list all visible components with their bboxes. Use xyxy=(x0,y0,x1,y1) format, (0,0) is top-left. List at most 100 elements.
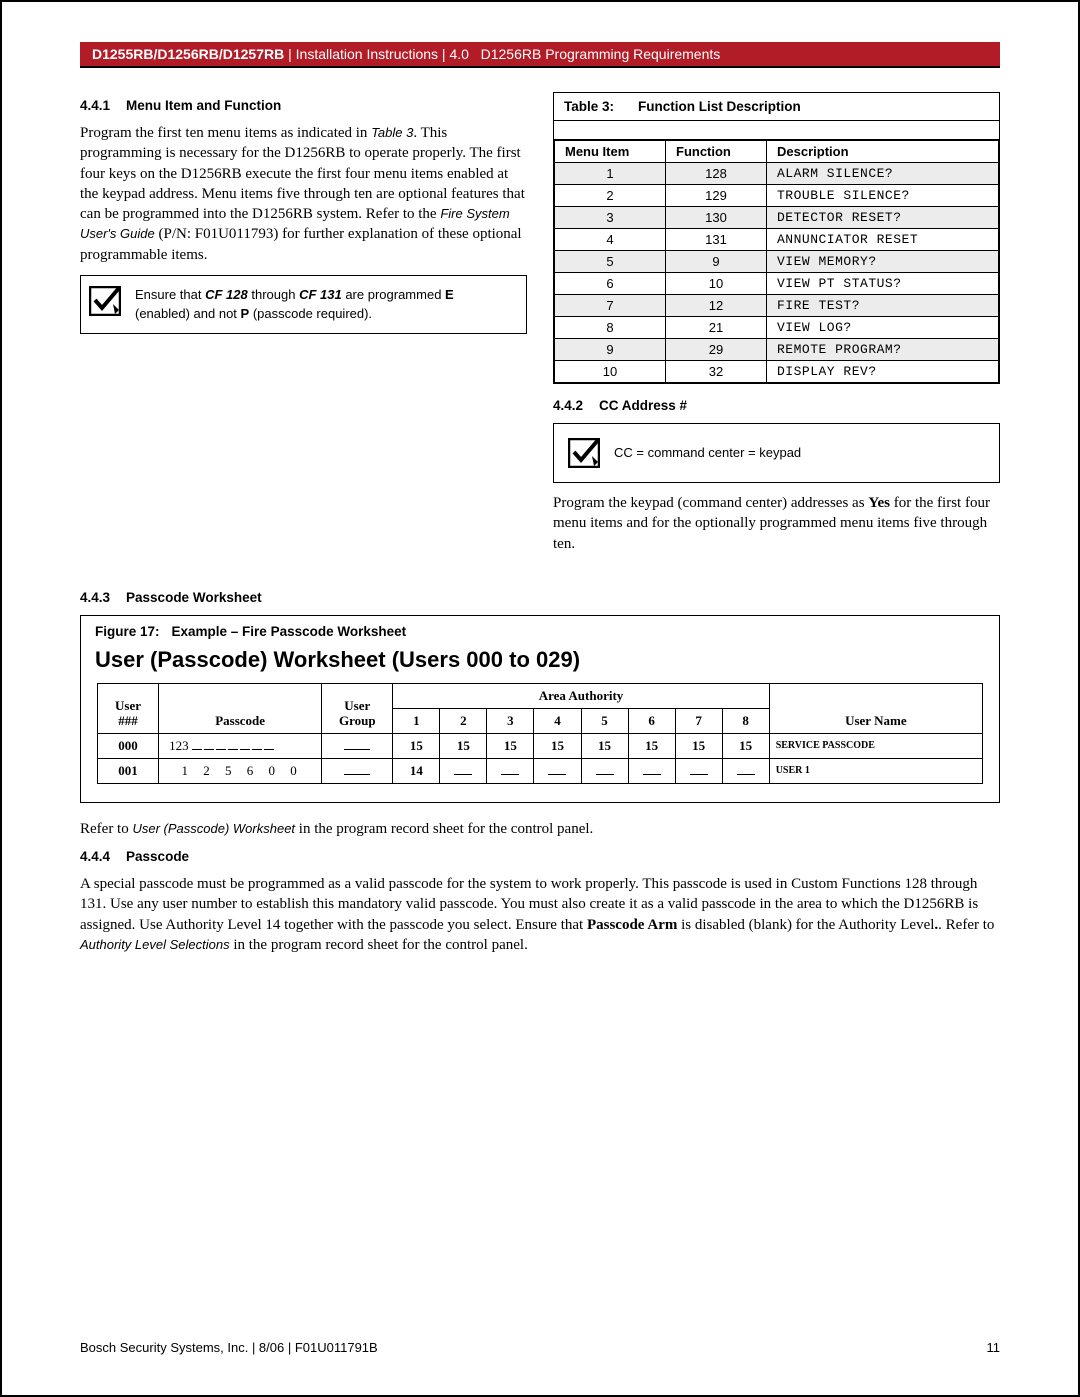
ws-area-col: 8 xyxy=(722,708,769,733)
ws-area-cell: 15 xyxy=(628,733,675,758)
ws-area-cell xyxy=(581,758,628,783)
table3-cell: ALARM SILENCE? xyxy=(767,163,999,185)
table3-cell: 21 xyxy=(666,317,767,339)
t3-h2: Function xyxy=(666,141,767,163)
ws-group-cell xyxy=(322,733,393,758)
table3-row: 3130DETECTOR RESET? xyxy=(555,207,999,229)
ws-username-cell: USER 1 xyxy=(769,758,982,783)
table3-row: 610VIEW PT STATUS? xyxy=(555,273,999,295)
ws-h-user: User ### xyxy=(98,683,159,733)
table3-cell: 29 xyxy=(666,339,767,361)
heading-title: CC Address # xyxy=(599,398,687,413)
heading-title: Passcode xyxy=(126,849,189,864)
figure-17: Figure 17:Example – Fire Passcode Worksh… xyxy=(80,615,1000,803)
ws-area-cell: 15 xyxy=(722,733,769,758)
right-column: Table 3:Function List Description Menu I… xyxy=(553,92,1000,564)
worksheet-table: User ### Passcode User Group Area Author… xyxy=(97,683,983,784)
header-sep1: | xyxy=(284,46,295,62)
ws-area-cell xyxy=(487,758,534,783)
ws-area-cell: 15 xyxy=(534,733,581,758)
table3-cell: VIEW PT STATUS? xyxy=(767,273,999,295)
table3-cell: 4 xyxy=(555,229,666,251)
ws-area-cell: 15 xyxy=(581,733,628,758)
note-text-cc: CC = command center = keypad xyxy=(614,444,801,463)
figure-17-caption: Figure 17:Example – Fire Passcode Worksh… xyxy=(95,624,989,639)
table3-title: Table 3:Function List Description xyxy=(554,93,999,121)
ws-passcode-cell: 1 2 5 6 0 0 xyxy=(159,758,322,783)
heading-num: 4.4.3 xyxy=(80,590,110,605)
table3-cell: 10 xyxy=(555,361,666,383)
ws-row: 000123 1515151515151515SERVICE PASSCODE xyxy=(98,733,983,758)
table3-row: 712FIRE TEST? xyxy=(555,295,999,317)
ws-area-col: 1 xyxy=(393,708,440,733)
footer-page-number: 11 xyxy=(987,1340,1001,1355)
table3-cell: 3 xyxy=(555,207,666,229)
ws-area-col: 6 xyxy=(628,708,675,733)
page: D1255RB/D1256RB/D1257RB | Installation I… xyxy=(0,0,1080,1397)
heading-title: Menu Item and Function xyxy=(126,98,281,113)
table3-container: Table 3:Function List Description Menu I… xyxy=(553,92,1000,384)
table3-row: 821VIEW LOG? xyxy=(555,317,999,339)
table3-row: 1032DISPLAY REV? xyxy=(555,361,999,383)
table3-row: 929REMOTE PROGRAM? xyxy=(555,339,999,361)
ws-username-cell: SERVICE PASSCODE xyxy=(769,733,982,758)
table3-cell: 2 xyxy=(555,185,666,207)
footer-left: Bosch Security Systems, Inc. | 8/06 | F0… xyxy=(80,1340,378,1355)
ws-area-cell xyxy=(628,758,675,783)
para-4-4-4: A special passcode must be programmed as… xyxy=(80,874,1000,955)
table3-cell: 6 xyxy=(555,273,666,295)
para-4-4-1: Program the first ten menu items as indi… xyxy=(80,123,527,265)
table3-row: 2129TROUBLE SILENCE? xyxy=(555,185,999,207)
ws-user-cell: 000 xyxy=(98,733,159,758)
para-after-fig: Refer to User (Passcode) Worksheet in th… xyxy=(80,819,1000,839)
ws-h-username: User Name xyxy=(769,683,982,733)
ws-passcode-cell: 123 xyxy=(159,733,322,758)
ws-area-cell xyxy=(534,758,581,783)
table3-cell: DETECTOR RESET? xyxy=(767,207,999,229)
heading-4-4-4: 4.4.4 Passcode xyxy=(80,849,1000,864)
heading-4-4-2: 4.4.2 CC Address # xyxy=(553,398,1000,413)
table3-cell: TROUBLE SILENCE? xyxy=(767,185,999,207)
header-sec-num: 4.0 xyxy=(449,46,468,62)
ws-area-cell xyxy=(675,758,722,783)
table3-row: 1128ALARM SILENCE? xyxy=(555,163,999,185)
ws-area-cell: 15 xyxy=(675,733,722,758)
heading-num: 4.4.2 xyxy=(553,398,583,413)
table3-cell: 1 xyxy=(555,163,666,185)
ws-area-cell xyxy=(440,758,487,783)
table3-cell: 8 xyxy=(555,317,666,339)
ws-area-cell: 15 xyxy=(440,733,487,758)
ws-h-passcode: Passcode xyxy=(159,683,322,733)
table3-cell: DISPLAY REV? xyxy=(767,361,999,383)
ws-area-cell: 15 xyxy=(487,733,534,758)
checkbox-pencil-icon xyxy=(89,286,121,316)
table3-row: 4131ANNUNCIATOR RESET xyxy=(555,229,999,251)
table3-row: 59VIEW MEMORY? xyxy=(555,251,999,273)
checkbox-pencil-icon xyxy=(568,438,600,468)
heading-num: 4.4.4 xyxy=(80,849,110,864)
note-box-cf: Ensure that CF 128 through CF 131 are pr… xyxy=(80,275,527,335)
header-sep2: | xyxy=(438,46,449,62)
header-models: D1255RB/D1256RB/D1257RB xyxy=(92,46,284,62)
header-doc-type: Installation Instructions xyxy=(296,46,438,62)
worksheet-title: User (Passcode) Worksheet (Users 000 to … xyxy=(95,647,989,673)
ws-area-col: 4 xyxy=(534,708,581,733)
t3-h3: Description xyxy=(767,141,999,163)
ws-area-col: 2 xyxy=(440,708,487,733)
ws-area-cell xyxy=(722,758,769,783)
table3: Menu Item Function Description 1128ALARM… xyxy=(554,140,999,383)
table3-cell: 130 xyxy=(666,207,767,229)
ws-user-cell: 001 xyxy=(98,758,159,783)
ws-area-cell: 15 xyxy=(393,733,440,758)
heading-num: 4.4.1 xyxy=(80,98,110,113)
table3-cell: 9 xyxy=(666,251,767,273)
table3-cell: REMOTE PROGRAM? xyxy=(767,339,999,361)
ws-area-col: 3 xyxy=(487,708,534,733)
table3-cell: 128 xyxy=(666,163,767,185)
header-sec-title: D1256RB Programming Requirements xyxy=(481,46,721,62)
table3-cell: 12 xyxy=(666,295,767,317)
heading-4-4-1: 4.4.1 Menu Item and Function xyxy=(80,98,527,113)
ws-h-area: Area Authority xyxy=(393,683,769,708)
table3-spacer xyxy=(554,121,999,140)
ws-row: 0011 2 5 6 0 014USER 1 xyxy=(98,758,983,783)
